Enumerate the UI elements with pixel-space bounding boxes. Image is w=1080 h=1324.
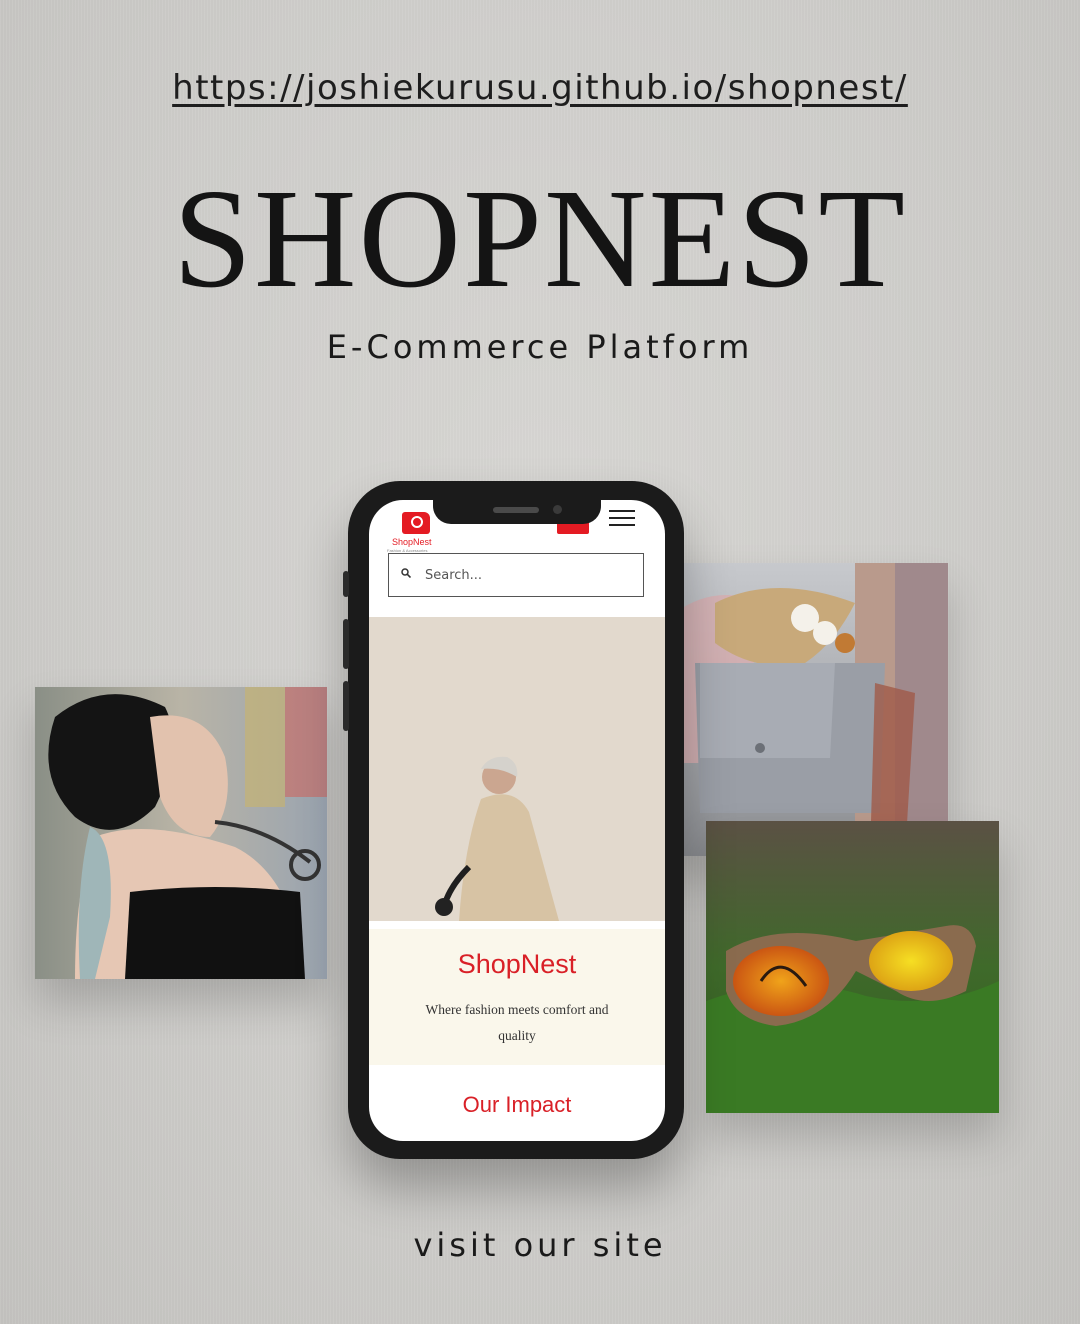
poster-subtitle: E-Commerce Platform <box>326 328 754 366</box>
hamburger-menu-icon[interactable] <box>609 507 635 529</box>
cta-text[interactable]: visit our site <box>0 1226 1080 1264</box>
photo-handbag-flowers <box>655 563 948 856</box>
site-url[interactable]: https://joshiekurusu.github.io/shopnest/ <box>0 68 1080 108</box>
photo-woman-sunglasses <box>35 687 327 979</box>
phone-side-button <box>343 681 349 731</box>
search-icon <box>401 568 411 578</box>
intro-section: ShopNest Where fashion meets comfort and… <box>369 929 665 1065</box>
intro-title: ShopNest <box>457 949 577 979</box>
photo-wooden-sunglasses <box>706 821 999 1113</box>
phone-side-button <box>343 619 349 669</box>
phone-camera <box>553 505 562 514</box>
logo-name: ShopNest <box>392 537 432 547</box>
phone-speaker <box>493 507 539 513</box>
intro-text: Where fashion meets comfort and quality <box>425 1002 609 1043</box>
phone-mockup: ShopNest Fashion & Accessories 0 Search.… <box>343 481 684 1159</box>
phone-notch <box>433 500 601 524</box>
shopnest-logo-icon[interactable] <box>402 512 430 534</box>
poster-title: SHOPNEST <box>172 159 908 317</box>
search-input[interactable]: Search... <box>388 553 644 597</box>
search-placeholder: Search... <box>425 568 483 583</box>
phone-screen: ShopNest Fashion & Accessories 0 Search.… <box>369 500 665 1141</box>
hero-image <box>369 617 665 921</box>
section-heading-impact: Our Impact <box>462 1092 572 1117</box>
phone-side-button <box>343 571 349 597</box>
